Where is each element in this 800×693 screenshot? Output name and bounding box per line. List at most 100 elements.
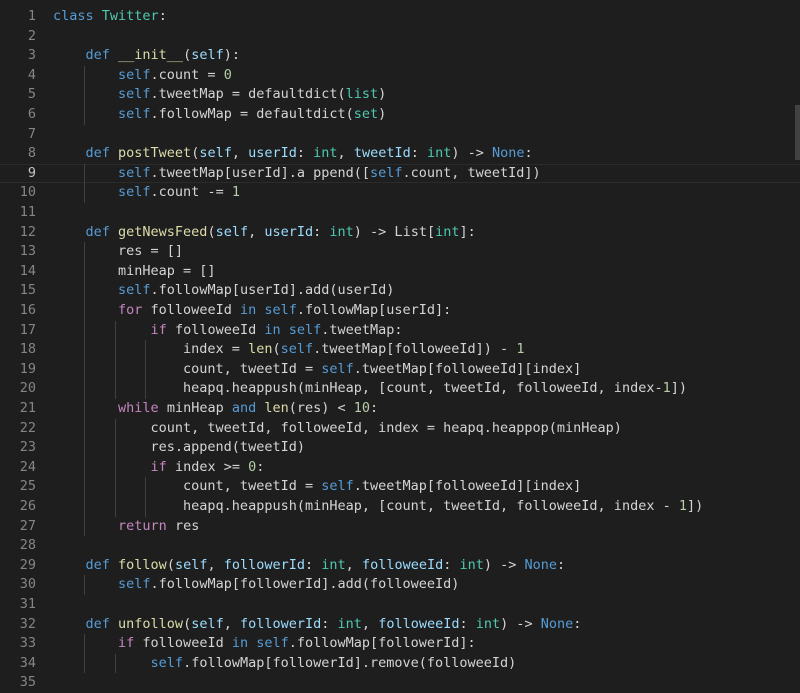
line-number: 2: [27, 27, 36, 44]
code-text: res = []: [53, 243, 184, 260]
indent-guide: [114, 320, 116, 341]
code-line[interactable]: 2: [0, 27, 800, 47]
code-text: def postTweet(self, userId: int, tweetId…: [85, 145, 533, 162]
code-text: if followeeId in self.tweetMap:: [150, 321, 403, 338]
code-text: return res: [118, 517, 200, 534]
code-line[interactable]: 5 self.tweetMap = defaultdict(list): [0, 85, 800, 105]
line-number: 23: [19, 439, 36, 456]
line-number: 27: [19, 517, 36, 534]
line-number: 19: [19, 360, 36, 377]
indent-guide: [83, 575, 85, 595]
scrollbar-thumb[interactable]: [795, 105, 800, 160]
code-line[interactable]: 34 self.followMap[followerId].remove(fol…: [0, 654, 800, 674]
code-text: self.count -= 1: [118, 184, 240, 201]
line-number: 24: [19, 458, 36, 475]
vertical-scrollbar[interactable]: [790, 0, 800, 693]
code-line[interactable]: 11: [0, 203, 800, 223]
code-text: count, tweetId = self.tweetMap[followeeI…: [53, 478, 582, 495]
code-text: def unfollow(self, followerId: int, foll…: [85, 615, 582, 632]
indent-guide: [83, 359, 85, 380]
code-line[interactable]: 14 minHeap = []: [0, 262, 800, 282]
indent-guide: [114, 653, 116, 674]
code-line[interactable]: 1 class Twitter:: [0, 7, 800, 27]
indent-guide: [83, 634, 85, 654]
code-line[interactable]: 3 def __init__(self):: [0, 46, 800, 66]
line-number: 22: [19, 419, 36, 436]
indent-guide: [83, 438, 85, 458]
code-line[interactable]: 23 res.append(tweetId): [0, 438, 800, 458]
indent-guide: [114, 438, 116, 458]
code-line[interactable]: 27 return res: [0, 517, 800, 537]
line-number: 28: [19, 537, 36, 554]
code-line[interactable]: 16 for followeeId in self.followMap[user…: [0, 301, 800, 321]
code-line[interactable]: 10 self.count -= 1: [0, 183, 800, 203]
code-line[interactable]: 25 count, tweetId = self.tweetMap[follow…: [0, 477, 800, 497]
indent-guide: [114, 340, 116, 360]
code-line[interactable]: 22 count, tweetId, followeeId, index = h…: [0, 419, 800, 439]
code-editor[interactable]: 1 class Twitter: 2 3 def __init__(self): 4 s…: [0, 0, 800, 693]
code-text: count, tweetId, followeeId, index = heap…: [53, 419, 622, 436]
code-line[interactable]: 17 if followeeId in self.tweetMap:: [0, 321, 800, 341]
code-line[interactable]: 31: [0, 595, 800, 615]
line-number: 16: [19, 302, 36, 318]
line-number: 14: [19, 262, 36, 279]
line-number: 30: [19, 576, 36, 593]
code-line[interactable]: 18 index = len(self.tweetMap[followeeId]…: [0, 340, 800, 360]
code-line[interactable]: 9 self.tweetMap[userId].a ppend([self.co…: [0, 163, 800, 184]
code-text: def getNewsFeed(self, userId: int) -> Li…: [85, 223, 476, 240]
line-number: 7: [27, 125, 36, 142]
indent-guide: [145, 359, 147, 380]
indent-guide: [83, 457, 85, 478]
code-line[interactable]: 24 if index >= 0:: [0, 458, 800, 478]
code-line[interactable]: 28: [0, 536, 800, 556]
code-text: for followeeId in self.followMap[userId]…: [118, 302, 452, 318]
code-text: index = len(self.tweetMap[followeeId]) -…: [53, 341, 525, 358]
code-text: self.followMap[userId].add(userId): [118, 282, 395, 299]
code-text: heapq.heappush(minHeap, [count, tweetId,…: [53, 498, 704, 514]
indent-guide: [83, 320, 85, 341]
indent-guide: [83, 516, 85, 537]
indent-guide: [83, 653, 85, 674]
line-number: 11: [19, 204, 36, 220]
code-text: res.append(tweetId): [53, 439, 305, 456]
indent-guide: [114, 497, 116, 517]
line-number: 5: [27, 86, 36, 103]
code-line[interactable]: 13 res = []: [0, 242, 800, 262]
indent-guide: [83, 399, 85, 419]
code-line[interactable]: 21 while minHeap and len(res) < 10:: [0, 399, 800, 419]
code-line[interactable]: 7: [0, 125, 800, 145]
indent-guide: [83, 379, 85, 399]
indent-guide: [83, 261, 85, 282]
line-number: 13: [19, 243, 36, 260]
code-line[interactable]: 26 heapq.heappush(minHeap, [count, tweet…: [0, 497, 800, 517]
code-line[interactable]: 30 self.followMap[followerId].add(follow…: [0, 575, 800, 595]
line-number: 21: [19, 400, 36, 416]
indent-guide: [83, 65, 85, 86]
code-text: self.count = 0: [118, 66, 232, 83]
indent-guide: [83, 301, 85, 321]
line-number: 31: [19, 596, 36, 612]
code-line[interactable]: 35: [0, 673, 800, 693]
code-line[interactable]: 6 self.followMap = defaultdict(set): [0, 105, 800, 125]
code-line[interactable]: 20 heapq.heappush(minHeap, [count, tweet…: [0, 379, 800, 399]
code-line[interactable]: 12 def getNewsFeed(self, userId: int) ->…: [0, 223, 800, 243]
code-text: def __init__(self):: [85, 47, 240, 64]
code-text: def follow(self, followerId: int, follow…: [85, 556, 566, 573]
line-number: 17: [19, 321, 36, 338]
code-text: self.tweetMap = defaultdict(list): [118, 86, 387, 103]
code-line[interactable]: 15 self.followMap[userId].add(userId): [0, 281, 800, 301]
line-number: 4: [27, 66, 36, 83]
indent-guide: [83, 477, 85, 497]
code-text: self.followMap[followerId].remove(follow…: [150, 654, 517, 671]
line-number: 18: [19, 341, 36, 358]
line-number: 9: [27, 164, 36, 181]
code-line[interactable]: 19 count, tweetId = self.tweetMap[follow…: [0, 360, 800, 380]
code-line[interactable]: 8 def postTweet(self, userId: int, tweet…: [0, 144, 800, 164]
code-line[interactable]: 29 def follow(self, followerId: int, fol…: [0, 556, 800, 576]
code-line[interactable]: 33 if followeeId in self.followMap[follo…: [0, 634, 800, 654]
code-line[interactable]: 32 def unfollow(self, followerId: int, f…: [0, 615, 800, 635]
line-number: 32: [19, 615, 36, 632]
indent-guide: [83, 163, 85, 184]
code-text: heapq.heappush(minHeap, [count, tweetId,…: [53, 380, 687, 397]
code-line[interactable]: 4 self.count = 0: [0, 66, 800, 86]
